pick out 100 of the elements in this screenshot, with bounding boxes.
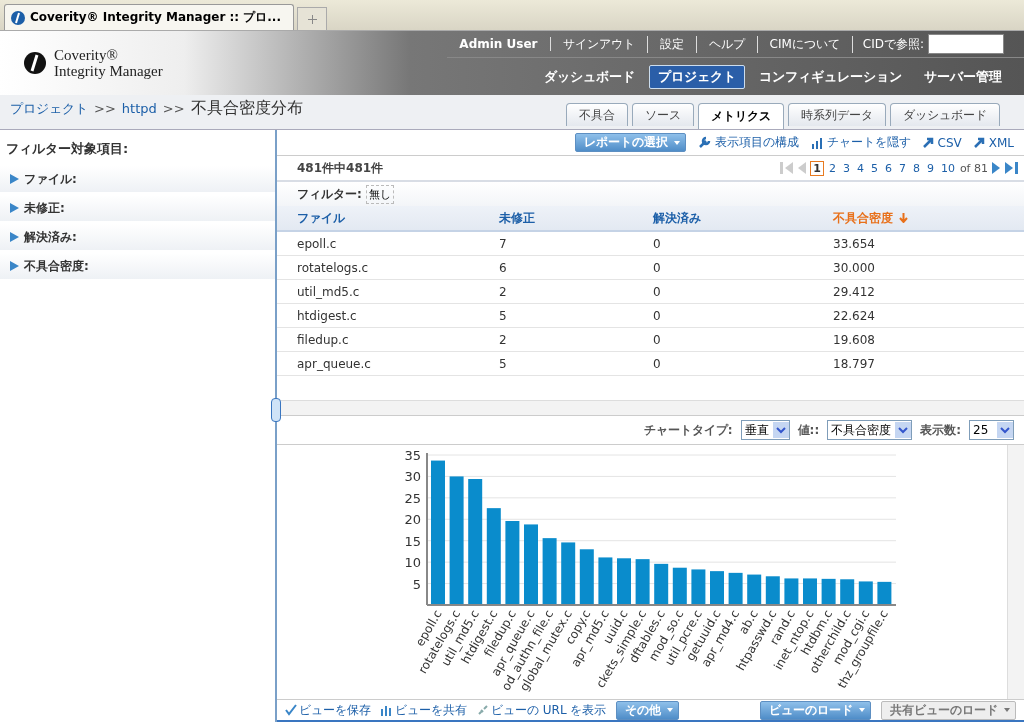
cid-input-field[interactable] xyxy=(928,34,1004,54)
page-link[interactable]: 4 xyxy=(854,161,866,175)
user-name[interactable]: Admin User xyxy=(447,37,551,51)
vertical-scrollbar[interactable] xyxy=(1007,445,1024,699)
column-header[interactable]: ファイル xyxy=(297,209,499,227)
filter-label: 解決済み: xyxy=(24,228,77,246)
table-cell-text: 19.608 xyxy=(833,332,876,347)
toolbar-link[interactable]: CSV xyxy=(922,135,962,150)
bar-chart-icon xyxy=(810,136,823,149)
axis-tick-label: 15 xyxy=(404,533,421,549)
filter-value: 無し xyxy=(365,184,394,204)
table-cell-text: 5 xyxy=(499,356,508,371)
table-cell-text: 0 xyxy=(653,260,662,275)
footer-link[interactable]: ビューを保存 xyxy=(285,701,371,719)
toolbar-link[interactable]: チャートを隠す xyxy=(810,134,911,151)
page-link[interactable]: 3 xyxy=(840,161,852,175)
page-link[interactable]: 8 xyxy=(910,161,922,175)
page-link[interactable]: 6 xyxy=(882,161,894,175)
breadcrumb-link[interactable]: プロジェクト xyxy=(10,99,88,118)
footer-link[interactable]: ビューの URL を表示 xyxy=(477,701,607,719)
new-tab-button[interactable] xyxy=(297,7,327,30)
chart-bar xyxy=(654,563,669,605)
sidebar-title: フィルター対象項目: xyxy=(5,140,130,158)
table-cell-text: 30.000 xyxy=(833,260,876,275)
page-link[interactable]: 9 xyxy=(924,161,936,175)
table-cell-text: 0 xyxy=(653,284,662,299)
toolbar-link[interactable]: 表示項目の構成 xyxy=(697,134,799,151)
tab[interactable]: 不具合 xyxy=(566,103,628,126)
page-link[interactable]: 5 xyxy=(868,161,880,175)
table-cell-text: rotatelogs.c xyxy=(297,260,370,275)
sort-down-icon xyxy=(899,213,908,223)
page-link[interactable]: 7 xyxy=(896,161,908,175)
page-title: 不具合密度分布 xyxy=(190,98,303,119)
tab[interactable]: ダッシュボード xyxy=(890,103,1000,126)
breadcrumb-separator: >> xyxy=(94,101,116,116)
chart-option-select[interactable]: 25 xyxy=(969,420,1014,440)
header-link[interactable]: ヘルプ xyxy=(696,35,758,53)
column-header[interactable]: 解決済み xyxy=(653,209,833,227)
logo-text: Coverity® Integrity Manager xyxy=(54,47,163,79)
axis-tick-label: 5 xyxy=(412,576,421,592)
axis-tick-label: 30 xyxy=(404,469,421,485)
nav-item[interactable]: ダッシュボード xyxy=(536,65,643,88)
result-count: 481件中481件 xyxy=(297,159,384,177)
expand-triangle-icon[interactable] xyxy=(10,261,19,271)
chart-bar xyxy=(617,558,631,605)
page-link[interactable]: 10 xyxy=(938,161,957,175)
chart-bar xyxy=(784,578,799,605)
app-logo-icon xyxy=(11,10,25,25)
axis-tick-label: 10 xyxy=(404,555,421,571)
table-cell-text: 5 xyxy=(499,308,508,323)
expand-triangle-icon[interactable] xyxy=(10,203,19,213)
browser-tab[interactable]: Coverity® Integrity Manager :: プロ... xyxy=(4,4,294,30)
chart-bar xyxy=(691,569,706,605)
filter-label: 不具合密度: xyxy=(24,257,89,275)
table-cell-text: 2 xyxy=(499,332,508,347)
header-link[interactable]: CIMについて xyxy=(757,35,853,53)
page-link[interactable]: 1 xyxy=(810,160,824,176)
chart-option-label: チャートタイプ: xyxy=(643,421,733,439)
tab[interactable]: 時系列データ xyxy=(788,103,886,126)
nav-item[interactable]: プロジェクト xyxy=(649,64,745,89)
table-cell-text: 0 xyxy=(653,236,662,251)
chart-option-label: 値:: xyxy=(797,421,820,439)
header-link[interactable]: 設定 xyxy=(647,35,697,53)
link-icon xyxy=(477,704,489,716)
filter-label: ファイル: xyxy=(24,170,77,188)
splitter-handle[interactable] xyxy=(271,398,281,422)
expand-triangle-icon[interactable] xyxy=(10,174,19,184)
axis-tick-label: 20 xyxy=(404,512,421,528)
footer-link[interactable]: ビューを共有 xyxy=(381,701,467,719)
expand-triangle-icon[interactable] xyxy=(10,232,19,242)
tab[interactable]: ソース xyxy=(632,103,694,126)
chart-bar xyxy=(765,576,780,605)
filter-label: フィルター: xyxy=(297,185,362,203)
nav-item[interactable]: コンフィギュレーション xyxy=(751,65,910,88)
chart-bar xyxy=(579,549,594,605)
chart-bar xyxy=(877,581,892,605)
filter-label: 未修正: xyxy=(24,199,65,217)
table-cell-text: htdigest.c xyxy=(297,308,358,323)
header-link[interactable]: サインアウト xyxy=(550,35,648,53)
wrench-icon xyxy=(697,136,711,149)
chart-bar xyxy=(635,559,650,605)
toolbar-link[interactable]: XML xyxy=(973,135,1014,150)
chart-bar xyxy=(710,571,724,605)
axis-tick-label: 35 xyxy=(404,448,421,463)
nav-item[interactable]: サーバー管理 xyxy=(916,65,1010,88)
breadcrumb-link[interactable]: httpd xyxy=(121,101,157,116)
cid-label: CIDで参照: xyxy=(861,35,924,53)
arrow-icon xyxy=(973,137,985,148)
chart-bar xyxy=(747,574,762,605)
tab[interactable]: メトリクス xyxy=(698,103,784,129)
last-page-icon[interactable] xyxy=(1004,162,1018,174)
column-header[interactable]: 未修正 xyxy=(499,209,653,227)
table-cell-text: apr_queue.c xyxy=(297,356,372,371)
table-cell-text: 7 xyxy=(499,236,508,251)
page-link[interactable]: 2 xyxy=(826,161,838,175)
table-cell-text: 18.797 xyxy=(833,356,876,371)
next-page-icon[interactable] xyxy=(991,162,1001,174)
table-cell-text: util_md5.c xyxy=(297,284,361,299)
chart-option-select[interactable]: 垂直 xyxy=(740,420,790,440)
chart-option-select[interactable]: 不具合密度 xyxy=(827,420,913,440)
